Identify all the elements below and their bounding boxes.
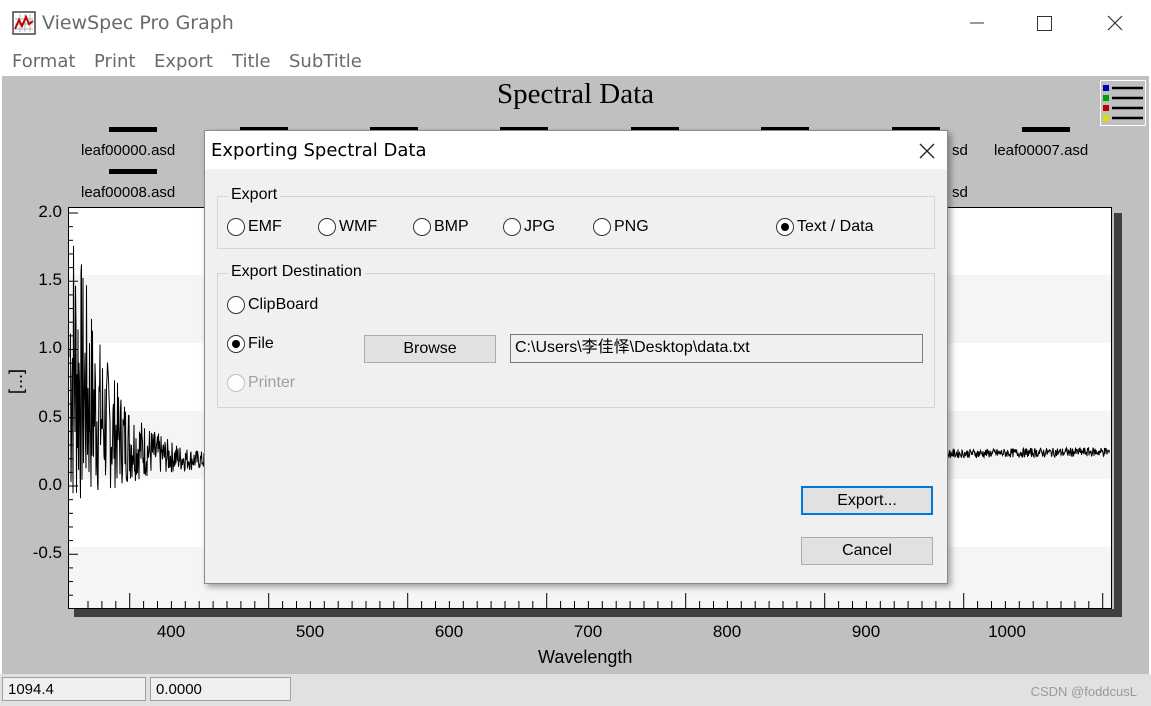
radio-text-data[interactable]: Text / Data: [776, 218, 873, 236]
export-destination-group: Export Destination ClipBoard File Printe…: [217, 263, 935, 408]
dialog-titlebar: Exporting Spectral Data: [205, 131, 947, 169]
x-tick-label: 500: [295, 622, 325, 641]
status-value: 0.0000: [150, 677, 291, 701]
radio-label: JPG: [524, 218, 556, 235]
radio-circle: [318, 218, 336, 236]
graph-title: Spectral Data: [496, 78, 654, 110]
radio-label: PNG: [614, 218, 649, 235]
x-tick-label: 600: [434, 622, 464, 641]
status-wavelength: 1094.4: [2, 677, 146, 701]
minimize-icon[interactable]: [955, 8, 1001, 38]
status-bar: 1094.4 0.0000 CSDN @foddcusL: [0, 674, 1151, 706]
menu-subtitle[interactable]: SubTitle: [289, 51, 362, 72]
radio-emf[interactable]: EMF: [227, 218, 282, 236]
y-tick-label: 2.0: [38, 202, 62, 221]
radio-label: EMF: [248, 218, 282, 235]
dialog-close-icon[interactable]: [913, 137, 941, 165]
maximize-icon[interactable]: [1021, 8, 1067, 38]
export-button[interactable]: Export...: [801, 486, 933, 515]
radio-circle: [227, 335, 245, 353]
dialog-title: Exporting Spectral Data: [211, 140, 427, 161]
radio-circle: [227, 218, 245, 236]
radio-printer: Printer: [227, 374, 295, 392]
window-title: ViewSpec Pro Graph: [42, 12, 234, 34]
radio-circle: [503, 218, 521, 236]
radio-label: File: [248, 335, 274, 352]
radio-label: BMP: [434, 218, 469, 235]
legend-swatch: [109, 169, 157, 174]
y-tick-label: 1.0: [38, 338, 62, 357]
legend-entry-partial: sd: [952, 184, 968, 201]
radio-bmp[interactable]: BMP: [413, 218, 469, 236]
group-label: Export Destination: [228, 263, 365, 281]
radio-label: Text / Data: [797, 218, 874, 235]
radio-file[interactable]: File: [227, 335, 274, 353]
radio-jpg[interactable]: JPG: [503, 218, 555, 236]
plot-shadow: [74, 609, 1122, 617]
radio-label: Printer: [248, 374, 296, 391]
y-axis-label: [...]: [6, 368, 26, 394]
radio-png[interactable]: PNG: [593, 218, 649, 236]
group-label: Export: [228, 186, 281, 204]
y-tick-label: -0.5: [32, 543, 62, 562]
radio-label: ClipBoard: [248, 296, 319, 313]
radio-circle: [593, 218, 611, 236]
x-tick-label: 800: [712, 622, 742, 641]
y-tick-label: 0.0: [38, 475, 62, 494]
radio-label: WMF: [339, 218, 378, 235]
window-titlebar: ViewSpec Pro Graph: [0, 0, 1151, 46]
radio-circle: [227, 374, 245, 392]
legend-swatch: [109, 127, 157, 132]
export-dialog: Exporting Spectral Data Export EMF WMF B…: [204, 130, 948, 584]
close-icon[interactable]: [1092, 8, 1138, 38]
x-tick-label: 900: [851, 622, 881, 641]
export-format-group: Export EMF WMF BMP JPG PNG Text / Data: [217, 186, 935, 249]
legend-toggle-icon[interactable]: [1100, 80, 1146, 126]
y-tick-label: 0.5: [38, 407, 62, 426]
plot-shadow: [1114, 213, 1122, 615]
x-tick-label: 700: [573, 622, 603, 641]
menu-print[interactable]: Print: [94, 51, 135, 72]
legend-entry-partial: sd: [952, 142, 968, 159]
legend-entry: leaf00000.asd: [81, 142, 176, 159]
cancel-button[interactable]: Cancel: [801, 537, 933, 565]
menu-export[interactable]: Export: [154, 51, 213, 72]
x-tick-label: 400: [156, 622, 186, 641]
file-path-field[interactable]: C:\Users\李佳怿\Desktop\data.txt: [510, 334, 923, 363]
x-tick-label: 1000: [988, 622, 1026, 641]
menu-format[interactable]: Format: [12, 51, 75, 72]
radio-circle: [776, 218, 794, 236]
y-tick-label: 1.5: [38, 270, 62, 289]
legend-entry: leaf00007.asd: [994, 142, 1089, 159]
menu-bar: Format Print Export Title SubTitle: [0, 46, 1151, 76]
radio-clipboard[interactable]: ClipBoard: [227, 296, 318, 314]
radio-circle: [413, 218, 431, 236]
radio-wmf[interactable]: WMF: [318, 218, 377, 236]
legend-swatch: [1022, 127, 1070, 132]
legend-entry: leaf00008.asd: [81, 184, 176, 201]
watermark: CSDN @foddcusL: [1030, 684, 1137, 699]
x-axis-label: Wavelength: [538, 647, 633, 667]
browse-button[interactable]: Browse: [364, 335, 496, 363]
menu-title[interactable]: Title: [232, 51, 271, 72]
radio-circle: [227, 296, 245, 314]
graph-app-icon[interactable]: [12, 11, 36, 35]
